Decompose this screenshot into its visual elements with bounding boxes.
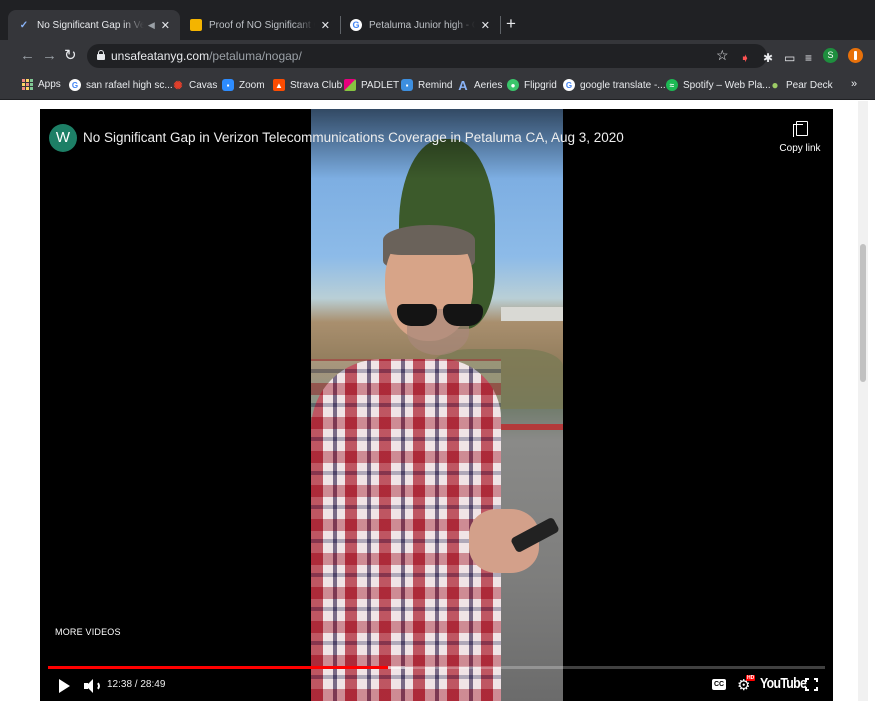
tab-no-significant-gap[interactable]: ✓ No Significant Gap in Verizo ◀ ✕ (8, 10, 180, 40)
bookmark-google-translate[interactable]: G google translate -... (563, 79, 666, 91)
volume-icon[interactable] (84, 678, 102, 694)
time-display: 12:38 / 28:49 (107, 679, 166, 690)
google-icon: G (563, 79, 575, 91)
bookmark-spotify[interactable]: ≈ Spotify – Web Pla... (666, 79, 771, 91)
close-icon[interactable]: ✕ (161, 19, 170, 32)
more-bookmarks-chevron-icon[interactable]: » (851, 78, 857, 90)
back-button[interactable]: ← (20, 46, 35, 66)
tab-petaluma-junior-high[interactable]: G Petaluma Junior high - Google ✕ (340, 10, 500, 40)
bookmark-san-rafael[interactable]: G san rafael high sc... (69, 79, 173, 91)
browser-toolbar: ← → ↻ unsafeatanyg.com/petaluma/nogap/ ☆… (0, 40, 875, 72)
forward-button[interactable]: → (42, 46, 57, 66)
page-scrollbar[interactable] (858, 101, 868, 701)
bookmark-zoom[interactable]: ▪ Zoom (222, 79, 265, 91)
video-player[interactable]: W No Significant Gap in Verizon Telecomm… (40, 109, 833, 701)
strava-icon: ▲ (273, 79, 285, 91)
video-title[interactable]: No Significant Gap in Verizon Telecommun… (83, 130, 624, 145)
bookmark-flipgrid[interactable]: ● Flipgrid (507, 79, 557, 91)
tab-strip: ✓ No Significant Gap in Verizo ◀ ✕ Proof… (0, 0, 875, 40)
close-icon[interactable]: ✕ (321, 19, 330, 32)
chrome-update-icon[interactable] (848, 48, 863, 63)
bookmark-padlet[interactable]: PADLET (344, 79, 399, 91)
bookmark-cavas[interactable]: ✺ Cavas (172, 79, 217, 92)
tab-title: No Significant Gap in Verizo (37, 19, 144, 31)
hd-badge: HD (746, 675, 756, 681)
apps-grid-icon (22, 79, 33, 90)
canvas-icon: ✺ (173, 79, 183, 92)
spotify-icon: ≈ (666, 79, 678, 91)
new-tab-button[interactable]: + (506, 14, 516, 34)
flipgrid-icon: ● (507, 79, 519, 91)
checkmark-icon: ✓ (19, 19, 29, 31)
youtube-logo[interactable]: YouTube (760, 675, 807, 692)
channel-avatar[interactable]: W (49, 124, 77, 152)
bookmark-apps[interactable]: Apps (22, 79, 61, 90)
more-videos-button[interactable]: MORE VIDEOS (55, 627, 121, 637)
copy-link-button[interactable]: Copy link (770, 121, 830, 154)
aeries-icon: A (458, 77, 468, 93)
speaker-icon: ◀ (147, 19, 155, 30)
captions-button[interactable]: CC (712, 679, 726, 690)
media-queue-icon[interactable]: ≡ (805, 51, 812, 65)
bookmark-pear-deck[interactable]: ● Pear Deck (769, 78, 832, 92)
slides-icon (190, 19, 202, 31)
padlet-icon (344, 79, 356, 91)
tab-proof-of-no-gap[interactable]: Proof of NO Significant Gap of ✕ (180, 10, 340, 40)
close-icon[interactable]: ✕ (481, 19, 490, 32)
settings-gear-icon[interactable]: ⚙ HD (737, 675, 756, 694)
bookmarks-bar: Apps G san rafael high sc... ✺ Cavas ▪ Z… (0, 72, 875, 100)
remind-icon: ▪ (401, 79, 413, 91)
extension-arrow-icon[interactable]: ➧ (740, 51, 750, 65)
bookmark-aeries[interactable]: A Aeries (457, 77, 502, 93)
url-text[interactable]: unsafeatanyg.com/petaluma/nogap/ (111, 49, 302, 63)
google-icon: G (350, 19, 362, 31)
bookmark-star-icon[interactable]: ☆ (716, 47, 729, 64)
pear-deck-icon: ● (771, 78, 779, 92)
play-icon[interactable] (59, 679, 70, 693)
tab-title: Proof of NO Significant Gap of (209, 19, 315, 31)
video-frame (311, 109, 563, 701)
fullscreen-icon[interactable] (805, 678, 818, 691)
bookmark-remind[interactable]: ▪ Remind (401, 79, 452, 91)
extensions-puzzle-icon[interactable]: ✱ (763, 51, 773, 65)
tab-title: Petaluma Junior high - Google (369, 19, 475, 31)
lock-icon (97, 50, 105, 60)
copy-icon (793, 121, 808, 137)
address-bar[interactable]: unsafeatanyg.com/petaluma/nogap/ ☆ (87, 44, 767, 68)
progress-played (48, 666, 389, 669)
reload-button[interactable]: ↻ (64, 46, 77, 66)
zoom-icon: ▪ (222, 79, 234, 91)
profile-avatar[interactable]: S (823, 48, 838, 63)
google-icon: G (69, 79, 81, 91)
player-controls: 12:38 / 28:49 CC ⚙ HD YouTube (40, 675, 833, 701)
bookmark-strava[interactable]: ▲ Strava Club (273, 79, 342, 91)
scrollbar-thumb[interactable] (860, 244, 866, 382)
progress-bar[interactable] (48, 666, 825, 669)
cast-icon[interactable]: ▭ (784, 51, 795, 65)
